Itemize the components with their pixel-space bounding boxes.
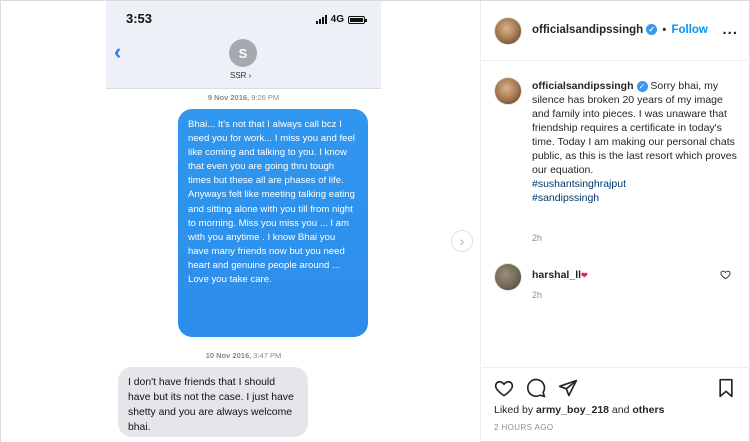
signal-icon — [315, 15, 327, 24]
contact-avatar: S — [229, 39, 257, 67]
comment-username: harshal_ll❤ — [532, 269, 588, 281]
caption-username[interactable]: officialsandipssingh — [532, 80, 634, 92]
liked-mid: and — [609, 404, 633, 416]
timestamp-time: 9:26 PM — [251, 93, 280, 102]
bookmark-icon[interactable] — [716, 378, 736, 398]
contact-name: SSR › — [230, 71, 252, 80]
post-header: officialsandipssingh ✓ • Follow ... — [482, 1, 750, 61]
caption-text: officialsandipssingh ✓ Sorry bhai, my sil… — [532, 79, 740, 205]
timestamp-date: 10 Nov 2016, — [205, 351, 252, 360]
timestamp-date: 9 Nov 2016, — [207, 93, 250, 102]
username-link[interactable]: officialsandipssingh — [532, 24, 643, 36]
caption-time: 2h — [532, 233, 543, 243]
post-media: 3:53 4G ‹ S SSR › 9 Nov 2016, 9:26 PM Bh… — [1, 1, 481, 442]
comment-username-link[interactable]: harshal_ll — [532, 269, 581, 281]
liked-prefix: Liked by — [494, 404, 537, 416]
comment-icon[interactable] — [526, 378, 546, 398]
header-user: officialsandipssingh ✓ • Follow — [532, 24, 708, 36]
sent-message: Bhai... It's not that I always call bcz … — [178, 109, 368, 337]
action-bar: Liked by army_boy_218 and others 2 HOURS… — [482, 367, 750, 442]
timestamp-1: 9 Nov 2016, 9:26 PM — [106, 93, 381, 102]
status-time: 3:53 — [126, 11, 153, 26]
post-sidebar: officialsandipssingh ✓ • Follow ... offic… — [482, 1, 750, 442]
avatar[interactable] — [494, 263, 522, 291]
liked-user-link[interactable]: army_boy_218 — [536, 404, 609, 416]
heart-emoji: ❤ — [581, 271, 588, 280]
next-slide-button[interactable]: › — [451, 230, 473, 252]
separator-dot: • — [662, 24, 667, 36]
action-icons — [494, 378, 578, 398]
verified-icon: ✓ — [636, 80, 648, 92]
comment-time: 2h — [532, 290, 543, 300]
share-icon[interactable] — [558, 378, 578, 398]
network-label: 4G — [330, 14, 344, 25]
hashtag-link[interactable]: #sushantsinghrajput — [532, 177, 740, 191]
avatar[interactable] — [494, 17, 522, 45]
battery-icon — [348, 15, 367, 24]
follow-button[interactable]: Follow — [671, 24, 707, 36]
more-options-icon[interactable]: ... — [722, 21, 738, 38]
back-icon: ‹ — [114, 39, 122, 64]
post-age: 2 HOURS AGO — [494, 423, 554, 432]
comment-like-icon[interactable] — [720, 269, 731, 283]
caption-body: Sorry bhai, my silence has broken 20 yea… — [532, 80, 737, 176]
instagram-post: 3:53 4G ‹ S SSR › 9 Nov 2016, 9:26 PM Bh… — [0, 0, 750, 442]
chat-screenshot: 3:53 4G ‹ S SSR › 9 Nov 2016, 9:26 PM Bh… — [106, 1, 381, 442]
verified-icon: ✓ — [646, 24, 658, 36]
avatar[interactable] — [494, 77, 522, 105]
received-message: I don't have friends that I should have … — [118, 367, 308, 437]
timestamp-time: 3:47 PM — [253, 351, 282, 360]
chat-header: 3:53 4G ‹ S SSR › — [106, 1, 381, 89]
status-icons: 4G — [315, 14, 367, 25]
heart-icon[interactable] — [494, 378, 514, 398]
likes-summary: Liked by army_boy_218 and others — [494, 404, 664, 416]
liked-others-link[interactable]: others — [632, 404, 664, 416]
chevron-right-icon: › — [459, 233, 465, 249]
timestamp-2: 10 Nov 2016, 3:47 PM — [106, 351, 381, 360]
hashtag-link[interactable]: #sandipssingh — [532, 191, 740, 205]
